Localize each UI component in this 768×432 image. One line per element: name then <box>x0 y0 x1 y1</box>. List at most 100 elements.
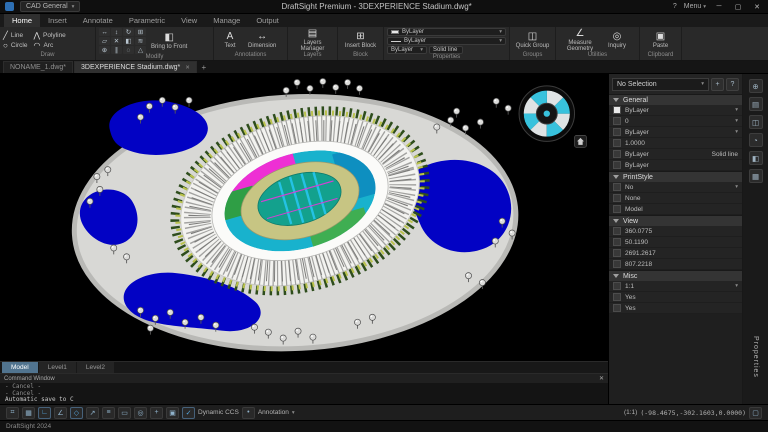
panel-strip-button[interactable]: ◫ <box>749 115 763 129</box>
linepattern-dropdown[interactable]: Solid line <box>429 46 463 54</box>
arc-tool-button[interactable]: ◠Arc <box>33 41 65 50</box>
polyline-tool-button[interactable]: ⋀Polyline <box>33 31 65 40</box>
tab-annotate[interactable]: Annotate <box>75 14 121 27</box>
print-style-toggle[interactable]: ▭ <box>118 407 131 419</box>
layout-tab-level1[interactable]: Level1 <box>39 362 76 373</box>
inquiry-button[interactable]: ◎ Inquiry <box>604 32 630 49</box>
linestyle-dropdown[interactable]: ByLayer ▾ <box>387 46 427 54</box>
measure-geometry-button[interactable]: ∠ Measure Geometry <box>559 29 601 52</box>
display-options-button[interactable]: ▢ <box>749 407 762 419</box>
layout-tab-model[interactable]: Model <box>2 362 38 373</box>
modify-tool-button[interactable]: ↔ <box>99 28 110 36</box>
menu-button[interactable]: Menu ▾ <box>684 3 706 10</box>
doc-tab-noname[interactable]: NONAME_1.dwg* <box>3 61 73 73</box>
prop-annotation-scale[interactable]: 1:1 ▾ <box>609 281 742 292</box>
quick-group-button[interactable]: ◫ Quick Group <box>514 32 552 49</box>
command-prompt[interactable]: Automatic save to C <box>5 397 603 403</box>
snap-toggle[interactable]: ⌗ <box>6 407 19 419</box>
workspace-selector[interactable]: CAD General ▾ <box>20 1 80 12</box>
chevron-down-icon: ▾ <box>735 118 738 124</box>
prop-linestyle[interactable]: ByLayer ▾ <box>609 127 742 138</box>
panel-strip-button[interactable]: ⊕ <box>749 79 763 93</box>
panel-strip-button[interactable]: ▤ <box>749 97 763 111</box>
section-view[interactable]: View <box>609 215 742 226</box>
workspace-toggle[interactable]: ▣ <box>166 407 179 419</box>
crosshair-toggle[interactable]: + <box>150 407 163 419</box>
tab-manage[interactable]: Manage <box>205 14 248 27</box>
selection-dropdown[interactable]: No Selection ▾ <box>612 78 709 91</box>
prop-layer[interactable]: 0 ▾ <box>609 116 742 127</box>
dynamic-ccs-label[interactable]: Dynamic CCS <box>198 409 239 416</box>
prop-transparency[interactable]: ByLayer <box>609 160 742 171</box>
modify-tool-button[interactable]: ✕ <box>111 37 122 45</box>
annotation-scale-value[interactable]: (1:1) <box>624 409 637 416</box>
help-icon[interactable]: ? <box>673 3 677 10</box>
panel-help-button[interactable]: ? <box>726 78 739 91</box>
layers-manager-button[interactable]: ▤ Layers Manager <box>292 29 334 52</box>
drawing-viewport[interactable] <box>0 74 608 361</box>
modify-tool-button[interactable]: ↕ <box>111 28 122 36</box>
dynamic-ccs-checkbox[interactable]: ✓ <box>182 407 195 419</box>
command-window[interactable]: Command Window ✕ - Cancel - - Cancel - A… <box>0 373 608 404</box>
new-tab-button[interactable]: + <box>198 61 210 73</box>
doc-tab-stadium[interactable]: 3DEXPERIENCE Stadium.dwg* ✕ <box>74 61 197 73</box>
properties-tab-vertical[interactable]: Properties <box>752 336 759 378</box>
color-dropdown[interactable]: ByLayer ▾ <box>387 28 506 36</box>
layout-tab-level2[interactable]: Level2 <box>77 362 114 373</box>
tab-home[interactable]: Home <box>4 14 40 27</box>
section-misc[interactable]: Misc <box>609 270 742 281</box>
prop-ucs-per-viewport[interactable]: Yes <box>609 303 742 314</box>
modify-tool-button[interactable]: ≋ <box>135 37 146 45</box>
prop-ucs-icon-on[interactable]: Yes <box>609 292 742 303</box>
panel-strip-button[interactable]: ◔ <box>749 133 763 147</box>
prop-printstyle-table[interactable]: None <box>609 193 742 204</box>
maximize-button[interactable]: ▢ <box>732 3 744 11</box>
close-tab-icon[interactable]: ✕ <box>185 65 190 71</box>
polar-toggle[interactable]: ∠ <box>54 407 67 419</box>
modify-tool-button[interactable]: ↻ <box>123 28 134 36</box>
chevron-down-icon[interactable]: ▾ <box>292 410 295 416</box>
line-icon: ╱ <box>3 31 8 40</box>
tab-parametric[interactable]: Parametric <box>121 14 173 27</box>
text-tool-button[interactable]: A Text <box>217 32 243 49</box>
grid-toggle[interactable]: ▦ <box>22 407 35 419</box>
section-printstyle[interactable]: PrintStyle <box>609 171 742 182</box>
esnap-toggle[interactable]: ◇ <box>70 407 83 419</box>
modify-tool-button[interactable]: ◌ <box>123 46 134 54</box>
panel-strip-button[interactable]: ▦ <box>749 169 763 183</box>
quick-input-toggle[interactable]: ◎ <box>134 407 147 419</box>
window-title: DraftSight Premium - 3DEXPERIENCE Stadiu… <box>86 2 666 11</box>
tab-output[interactable]: Output <box>248 14 287 27</box>
insert-block-button[interactable]: ⊞ Insert Block <box>343 32 378 49</box>
minimize-button[interactable]: ─ <box>713 3 725 10</box>
tab-insert[interactable]: Insert <box>40 14 75 27</box>
annotation-label[interactable]: Annotation <box>258 409 289 416</box>
prop-lineweight[interactable]: ByLayer Solid line <box>609 149 742 160</box>
etrack-toggle[interactable]: ↗ <box>86 407 99 419</box>
close-button[interactable]: ✕ <box>751 3 763 11</box>
panel-strip-button[interactable]: ◧ <box>749 151 763 165</box>
modify-tool-button[interactable]: ▱ <box>99 37 110 45</box>
prop-printstyle-space[interactable]: Model <box>609 204 742 215</box>
home-view-button <box>575 135 587 147</box>
modify-tool-button[interactable]: ⊕ <box>99 46 110 54</box>
lineweight-dropdown[interactable]: ByLayer ▾ <box>387 37 506 45</box>
modify-tool-button[interactable]: ◧ <box>123 37 134 45</box>
section-general[interactable]: General <box>609 94 742 105</box>
circle-tool-button[interactable]: ○Circle <box>3 41 27 50</box>
paste-button[interactable]: ▣ Paste <box>648 32 674 49</box>
modify-tool-button[interactable]: ⊞ <box>135 28 146 36</box>
prop-color[interactable]: ByLayer ▾ <box>609 105 742 116</box>
lineweight-toggle[interactable]: ≡ <box>102 407 115 419</box>
prop-printstyle[interactable]: No ▾ <box>609 182 742 193</box>
tab-view[interactable]: View <box>173 14 205 27</box>
line-tool-button[interactable]: ╱Line <box>3 31 27 40</box>
modify-tool-button[interactable]: ∥ <box>111 46 122 54</box>
modify-tool-button[interactable]: △ <box>135 46 146 54</box>
dimension-tool-button[interactable]: ↔ Dimension <box>246 32 278 49</box>
ortho-toggle[interactable]: ∟ <box>38 407 51 419</box>
prop-linescale[interactable]: 1.0000 <box>609 138 742 149</box>
bring-to-front-button[interactable]: ◧ Bring to Front <box>149 33 189 50</box>
close-icon[interactable]: ✕ <box>599 375 604 382</box>
quick-select-button[interactable]: + <box>711 78 724 91</box>
